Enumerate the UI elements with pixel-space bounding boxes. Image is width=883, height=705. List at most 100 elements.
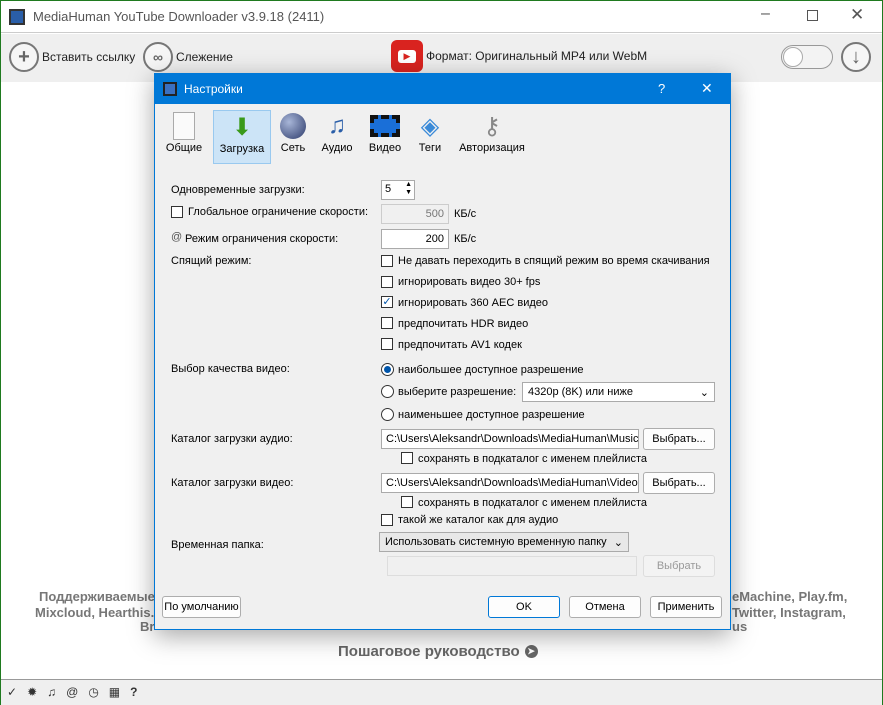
tab-download[interactable]: ⬇ Загрузка: [213, 110, 271, 164]
download-arrow-icon: ⬇: [231, 113, 253, 141]
prefer-av1-label: предпочитать AV1 кодек: [398, 339, 522, 351]
ignore-30fps-checkbox[interactable]: [381, 276, 393, 288]
arrow-icon: ➤: [524, 645, 538, 658]
video-dir-input[interactable]: C:\Users\Aleksandr\Downloads\MediaHuman\…: [381, 473, 639, 493]
window-title: MediaHuman YouTube Downloader v3.9.18 (2…: [33, 9, 325, 24]
paste-link-button[interactable]: + Вставить ссылку: [9, 42, 135, 72]
audio-browse-button[interactable]: Выбрать...: [643, 428, 715, 450]
resolution-value: 4320p (8K) или ниже: [528, 386, 633, 398]
snail-icon[interactable]: @: [66, 685, 78, 699]
supported-sites-text: Mixcloud, Hearthis.: [35, 605, 155, 620]
tracking-label: Слежение: [176, 50, 233, 64]
lowest-resolution-radio[interactable]: [381, 408, 394, 421]
ignore-360-checkbox[interactable]: ✓: [381, 296, 393, 308]
switch-icon: [163, 110, 205, 142]
resolution-select[interactable]: 4320p (8K) или ниже ⌄: [522, 382, 715, 402]
tab-label: Теги: [418, 142, 442, 154]
ok-button[interactable]: OK: [488, 596, 560, 618]
apply-button[interactable]: Применить: [650, 596, 722, 618]
prefer-hdr-checkbox[interactable]: [381, 317, 393, 329]
global-limit-checkbox[interactable]: [171, 206, 183, 218]
broom-icon[interactable]: ✓: [7, 685, 17, 699]
binoculars-icon[interactable]: ▦: [109, 685, 120, 699]
download-icon[interactable]: ↓: [841, 42, 871, 72]
help-button[interactable]: ?: [658, 81, 665, 96]
video-browse-button[interactable]: Выбрать...: [643, 472, 715, 494]
lowest-resolution-label: наименьшее доступное разрешение: [398, 409, 585, 421]
tab-label: Общие: [165, 142, 203, 154]
chevron-down-icon: ⌄: [613, 537, 623, 549]
tracking-button[interactable]: ∞ Слежение: [143, 42, 233, 72]
temp-folder-label: Временная папка:: [171, 539, 264, 551]
gear-icon[interactable]: ✹: [27, 685, 37, 699]
snail-icon: @: [171, 231, 183, 243]
global-limit-input[interactable]: 500: [381, 204, 449, 224]
close-button[interactable]: ✕: [850, 5, 864, 25]
tab-authorization[interactable]: ⚷ Авторизация: [455, 110, 529, 164]
spinner-value: 5: [385, 183, 392, 195]
dialog-title: Настройки: [184, 82, 243, 96]
supported-sites-text: eMachine, Play.fm,: [732, 589, 848, 604]
format-label: Формат: Оригинальный MP4 или WebM: [426, 49, 648, 63]
video-dir-label: Каталог загрузки видео:: [171, 477, 294, 489]
temp-folder-input[interactable]: [387, 556, 637, 576]
audio-dir-input[interactable]: C:\Users\Aleksandr\Downloads\MediaHuman\…: [381, 429, 639, 449]
unit-label: КБ/с: [454, 233, 477, 245]
concurrent-downloads-spinner[interactable]: 5 ▲ ▼: [381, 180, 415, 200]
defaults-button[interactable]: По умолчанию: [162, 596, 241, 618]
supported-sites-text: Br: [140, 619, 155, 634]
tab-label: Аудио: [321, 142, 353, 154]
tag-icon: ◈: [420, 112, 440, 140]
video-subdir-checkbox[interactable]: [401, 496, 413, 508]
tab-network[interactable]: Сеть: [277, 110, 309, 164]
highest-resolution-radio[interactable]: [381, 363, 394, 376]
limit-mode-input[interactable]: 200: [381, 229, 449, 249]
sleep-mode-label: Спящий режим:: [171, 255, 252, 267]
audio-subdir-checkbox[interactable]: [401, 452, 413, 464]
tab-label: Видео: [368, 142, 402, 154]
tab-general[interactable]: Общие: [163, 110, 205, 164]
video-mode-toggle[interactable]: [781, 45, 833, 69]
same-as-audio-checkbox[interactable]: [381, 514, 393, 526]
prefer-hdr-label: предпочитать HDR видео: [398, 318, 529, 330]
maximize-button[interactable]: [807, 10, 818, 21]
unit-label: КБ/с: [454, 208, 477, 220]
app-icon: [9, 9, 25, 25]
music-icon[interactable]: ♫: [47, 685, 56, 699]
tab-video[interactable]: Видео: [365, 110, 405, 164]
choose-resolution-radio[interactable]: [381, 385, 394, 398]
format-button[interactable]: ▶ Формат: Оригинальный MP4 или WebM: [391, 40, 647, 72]
paste-link-label: Вставить ссылку: [42, 50, 136, 64]
audio-subdir-label: сохранять в подкаталог с именем плейлист…: [418, 453, 647, 465]
same-as-audio-label: такой же каталог как для аудио: [398, 514, 559, 526]
tab-label: Авторизация: [459, 142, 525, 154]
temp-folder-select[interactable]: Использовать системную временную папку ⌄: [379, 532, 629, 552]
dialog-close-button[interactable]: ✕: [701, 80, 713, 97]
concurrent-downloads-label: Одновременные загрузки:: [171, 184, 305, 196]
quality-label: Выбор качества видео:: [171, 363, 290, 375]
minimize-button[interactable]: –: [761, 5, 770, 23]
ignore-30fps-label: игнорировать видео 30+ fps: [398, 276, 541, 288]
status-bar: ✓ ✹ ♫ @ ◷ ▦ ?: [1, 679, 882, 705]
title-bar: MediaHuman YouTube Downloader v3.9.18 (2…: [1, 1, 882, 33]
prefer-av1-checkbox[interactable]: [381, 338, 393, 350]
no-sleep-checkbox[interactable]: [381, 255, 393, 267]
highest-resolution-label: наибольшее доступное разрешение: [398, 364, 584, 376]
tab-tags[interactable]: ◈ Теги: [413, 110, 447, 164]
clock-icon[interactable]: ◷: [88, 685, 98, 699]
supported-sites-text: Поддерживаемые: [39, 589, 155, 604]
youtube-icon: ▶: [391, 40, 423, 72]
no-sleep-label: Не давать переходить в спящий режим во в…: [398, 255, 710, 267]
cancel-button[interactable]: Отмена: [569, 596, 641, 618]
guide-link[interactable]: Пошаговое руководство ➤: [338, 643, 538, 660]
help-icon[interactable]: ?: [130, 685, 137, 699]
supported-sites-text: Twitter, Instagram,: [732, 605, 846, 620]
tab-audio[interactable]: ♫ Аудио: [317, 110, 357, 164]
temp-browse-button[interactable]: Выбрать: [643, 555, 715, 577]
tab-label: Сеть: [280, 142, 306, 154]
keys-icon: ⚷: [483, 112, 501, 140]
chevron-down-icon: ⌄: [699, 387, 709, 399]
dialog-title-bar: Настройки ? ✕: [155, 74, 730, 104]
limit-mode-label: Режим ограничения скорости:: [185, 233, 339, 245]
app-icon: [163, 82, 177, 96]
